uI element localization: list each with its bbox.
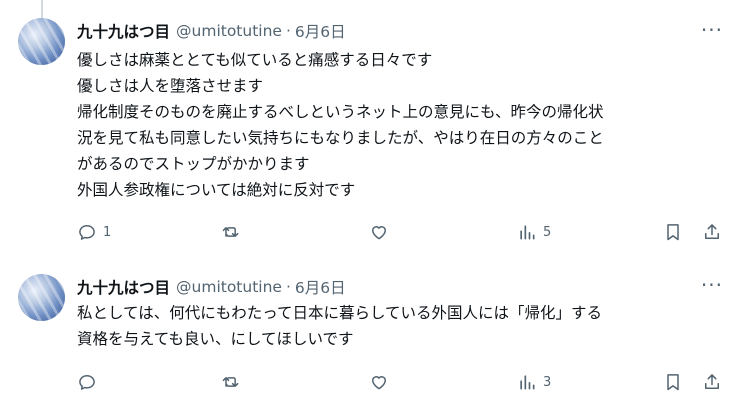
author-handle[interactable]: @umitotutine [176, 22, 282, 40]
avatar[interactable] [18, 274, 65, 321]
tweet[interactable]: 九十九はつ目 @umitotutine · 6月6日 ··· 私としては、何代に… [0, 258, 741, 408]
more-options-icon[interactable]: ··· [701, 275, 723, 295]
tweet-text-line: 優しさは麻薬ととても似ていると痛感する日々です [77, 51, 433, 69]
share-button[interactable] [702, 370, 722, 394]
reply-button[interactable] [77, 370, 103, 394]
author-name[interactable]: 九十九はつ目 [77, 20, 170, 42]
share-button[interactable] [702, 220, 722, 244]
share-icon [705, 224, 719, 239]
view-count: 3 [543, 374, 552, 390]
reply-icon [79, 375, 95, 390]
bookmark-icon [667, 224, 679, 241]
tweet-text-line: があるのでストップがかかります [77, 155, 310, 173]
tweet-header: 九十九はつ目 @umitotutine · 6月6日 [77, 275, 346, 299]
separator-dot: · [285, 22, 291, 40]
heart-icon [372, 376, 386, 390]
tweet-header: 九十九はつ目 @umitotutine · 6月6日 [77, 19, 346, 43]
heart-icon [372, 226, 386, 240]
retweet-button[interactable] [221, 220, 247, 244]
share-icon [705, 374, 719, 389]
like-button[interactable] [369, 220, 395, 244]
tweet-text-line: 況を見て私も同意したい気持ちにもなりましたが、やはり在日の方々のこと [77, 129, 604, 147]
avatar[interactable] [18, 18, 65, 65]
separator-dot: · [285, 278, 291, 296]
bookmark-button[interactable] [663, 220, 683, 244]
action-bar: 3 [77, 370, 727, 394]
retweet-button[interactable] [221, 370, 247, 394]
tweet-text-line: 外国人参政権については絶対に反対です [77, 181, 356, 199]
reply-count: 1 [103, 224, 112, 240]
retweet-icon [222, 377, 239, 387]
tweet-date[interactable]: 6月6日 [295, 276, 346, 298]
action-bar: 1 5 [77, 220, 727, 244]
tweet-text-line: 私としては、何代にもわたって日本に暮らしている外国人には「帰化」する [77, 304, 602, 322]
view-count: 5 [543, 224, 552, 240]
tweet-text-line: 資格を与えても良い、にしてほしいです [77, 330, 354, 348]
author-name[interactable]: 九十九はつ目 [77, 276, 170, 298]
more-options-icon[interactable]: ··· [701, 20, 723, 40]
views-button[interactable]: 5 [517, 220, 551, 244]
tweet-text: 優しさは麻薬ととても似ていると痛感する日々です 優しさは人を堕落させます 帰化制… [77, 47, 727, 203]
tweet[interactable]: 九十九はつ目 @umitotutine · 6月6日 ··· 優しさは麻薬ととて… [0, 0, 741, 258]
reply-button[interactable]: 1 [77, 220, 111, 244]
tweet-text: 私としては、何代にもわたって日本に暮らしている外国人には「帰化」する 資格を与え… [77, 300, 727, 352]
author-handle[interactable]: @umitotutine [176, 278, 282, 296]
views-icon [520, 375, 535, 390]
views-button[interactable]: 3 [517, 370, 551, 394]
reply-icon [79, 225, 95, 240]
tweet-date[interactable]: 6月6日 [295, 20, 346, 42]
like-button[interactable] [369, 370, 395, 394]
views-icon [520, 225, 535, 240]
tweet-text-line: 優しさは人を堕落させます [77, 77, 264, 95]
tweet-text-line: 帰化制度そのものを廃止するべしというネット上の意見にも、昨今の帰化状 [77, 103, 604, 121]
retweet-icon [222, 227, 239, 237]
bookmark-icon [667, 374, 679, 391]
bookmark-button[interactable] [663, 370, 683, 394]
